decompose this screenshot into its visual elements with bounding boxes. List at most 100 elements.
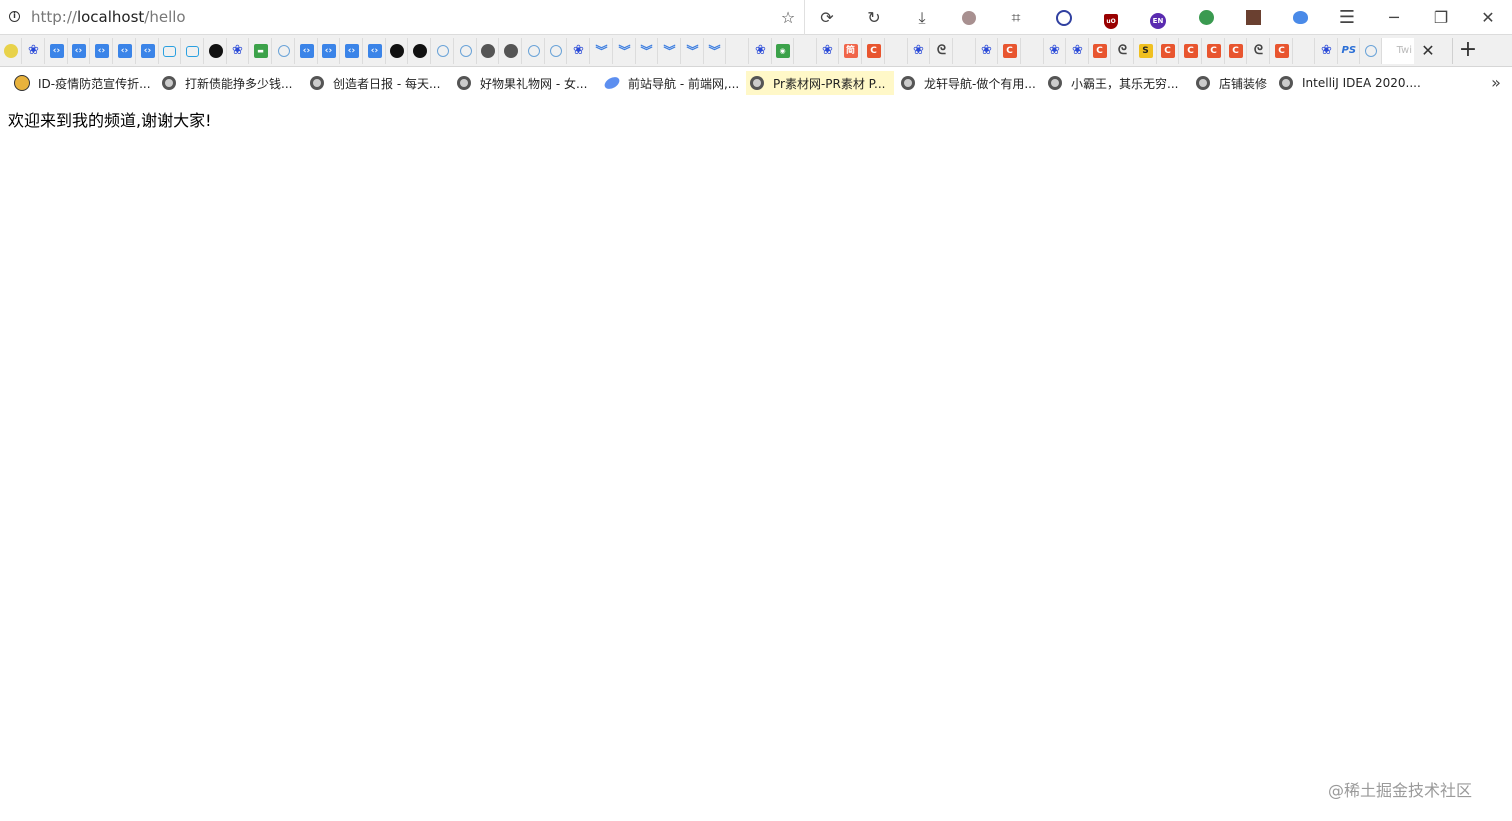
tab[interactable]: ❀ — [227, 38, 249, 64]
restore-button[interactable]: ❐ — [1431, 8, 1451, 28]
tab[interactable] — [727, 38, 749, 64]
close-window-button[interactable]: ✕ — [1478, 8, 1498, 28]
tab[interactable]: ‹› — [91, 38, 113, 64]
ps-favicon-icon: PS — [1341, 45, 1357, 56]
tab[interactable]: ︾ — [682, 38, 704, 64]
tab[interactable] — [409, 38, 431, 64]
site-info-icon[interactable]: i — [9, 11, 20, 22]
tab[interactable] — [0, 38, 22, 64]
tab[interactable]: C — [1180, 38, 1202, 64]
tab[interactable] — [795, 38, 817, 64]
tab[interactable]: ‹› — [341, 38, 363, 64]
tab[interactable]: ❀ — [1067, 38, 1089, 64]
tab[interactable]: C — [1203, 38, 1225, 64]
tab[interactable]: ‹› — [296, 38, 318, 64]
block-extension-icon[interactable] — [1054, 8, 1074, 28]
minimize-button[interactable]: ─ — [1384, 8, 1404, 28]
ublock-icon[interactable]: uO — [1101, 8, 1121, 29]
bookmark-item[interactable]: 前站导航 - 前端网,... — [600, 71, 743, 95]
tab[interactable]: ❀ — [817, 38, 839, 64]
tab[interactable] — [182, 38, 204, 64]
tab[interactable] — [523, 38, 545, 64]
tab[interactable]: ▬ — [250, 38, 272, 64]
tab[interactable]: ︾ — [704, 38, 726, 64]
tab[interactable]: C — [863, 38, 885, 64]
cat-extension-icon[interactable] — [1290, 8, 1310, 28]
bookmark-item[interactable]: ID-疫情防范宣传折... — [10, 71, 155, 95]
bookmark-item[interactable]: Pr素材网-PR素材 P... — [746, 71, 894, 95]
bookmark-item[interactable]: IntelliJ IDEA 2020.... — [1275, 71, 1425, 95]
tab[interactable] — [1022, 38, 1044, 64]
tab[interactable] — [545, 38, 567, 64]
bookmark-label: 打新债能挣多少钱... — [185, 76, 293, 91]
bookmark-item[interactable]: 小霸王，其乐无穷... — [1044, 71, 1182, 95]
tab[interactable]: ︾ — [614, 38, 636, 64]
undo-icon[interactable]: ↻ — [864, 8, 884, 28]
bookmark-star-icon[interactable]: ☆ — [778, 8, 798, 28]
tab[interactable] — [455, 38, 477, 64]
tab[interactable]: ❀ — [908, 38, 930, 64]
csdn-c-icon: C — [1092, 44, 1107, 58]
translate-extension-icon[interactable]: EN — [1148, 8, 1168, 29]
tab[interactable]: ❀ — [1044, 38, 1066, 64]
ring-favicon-icon — [459, 45, 472, 57]
avatar-extension-icon[interactable] — [959, 8, 979, 28]
bookmarks-overflow-chevron-icon[interactable]: » — [1486, 73, 1506, 93]
tab[interactable]: ‹› — [46, 38, 68, 64]
bookmark-item[interactable]: 好物果礼物网 - 女... — [453, 71, 591, 95]
tab[interactable]: ❀ — [23, 38, 45, 64]
tab[interactable]: ❀ — [1316, 38, 1338, 64]
bookmark-item[interactable]: 打新债能挣多少钱... — [158, 71, 296, 95]
tab[interactable] — [205, 38, 227, 64]
tab[interactable]: ᘓ — [1112, 38, 1134, 64]
tab[interactable] — [432, 38, 454, 64]
bookmark-label: ID-疫情防范宣传折... — [38, 76, 151, 91]
active-tab-title[interactable]: Twi — [1382, 38, 1414, 64]
tab[interactable]: ︾ — [591, 38, 613, 64]
tab[interactable]: C — [1271, 38, 1293, 64]
tab[interactable] — [500, 38, 522, 64]
tab[interactable]: PS — [1338, 38, 1360, 64]
globe-icon — [1279, 76, 1293, 90]
tab[interactable]: ᘓ — [931, 38, 953, 64]
tab[interactable] — [273, 38, 295, 64]
tab[interactable]: ◉ — [772, 38, 794, 64]
download-icon[interactable]: ⤓ — [912, 8, 932, 28]
globe-extension-icon[interactable] — [1196, 8, 1216, 28]
new-tab-button[interactable]: + — [1452, 38, 1483, 64]
tab[interactable]: C — [999, 38, 1021, 64]
tab[interactable] — [477, 38, 499, 64]
close-tab-button[interactable]: ✕ — [1419, 39, 1437, 63]
tab[interactable] — [954, 38, 976, 64]
tab[interactable]: ︾ — [659, 38, 681, 64]
tab[interactable] — [886, 38, 908, 64]
tab[interactable]: ᘓ — [1248, 38, 1270, 64]
address-bar[interactable]: http://localhost/hello — [31, 8, 186, 26]
tab[interactable]: C — [1089, 38, 1111, 64]
tab[interactable]: C — [1157, 38, 1179, 64]
tab[interactable]: ‹› — [364, 38, 386, 64]
profile-extension-icon[interactable] — [1243, 8, 1263, 28]
tab[interactable]: ‹› — [68, 38, 90, 64]
sync-icon[interactable]: ⟳ — [817, 8, 837, 28]
tab[interactable]: ︾ — [636, 38, 658, 64]
tab[interactable]: C — [1225, 38, 1247, 64]
bookmark-item[interactable]: 店铺装修 — [1192, 71, 1271, 95]
green-favicon-icon: ◉ — [775, 44, 790, 58]
tab[interactable] — [1293, 38, 1315, 64]
tab[interactable]: ‹› — [318, 38, 340, 64]
tab[interactable]: ❀ — [750, 38, 772, 64]
bookmark-item[interactable]: 龙轩导航-做个有用... — [897, 71, 1040, 95]
crop-icon[interactable]: ⌗ — [1006, 8, 1026, 28]
tab[interactable]: ‹› — [137, 38, 159, 64]
menu-icon[interactable]: ☰ — [1337, 8, 1357, 28]
tab[interactable]: ‹› — [114, 38, 136, 64]
bookmark-item[interactable]: 创造者日报 - 每天... — [306, 71, 444, 95]
tab[interactable]: S — [1135, 38, 1157, 64]
tab[interactable] — [1360, 38, 1382, 64]
tab[interactable]: ❀ — [568, 38, 590, 64]
tab[interactable]: ❀ — [976, 38, 998, 64]
tab[interactable] — [159, 38, 181, 64]
tab[interactable] — [386, 38, 408, 64]
tab[interactable]: 简 — [840, 38, 862, 64]
